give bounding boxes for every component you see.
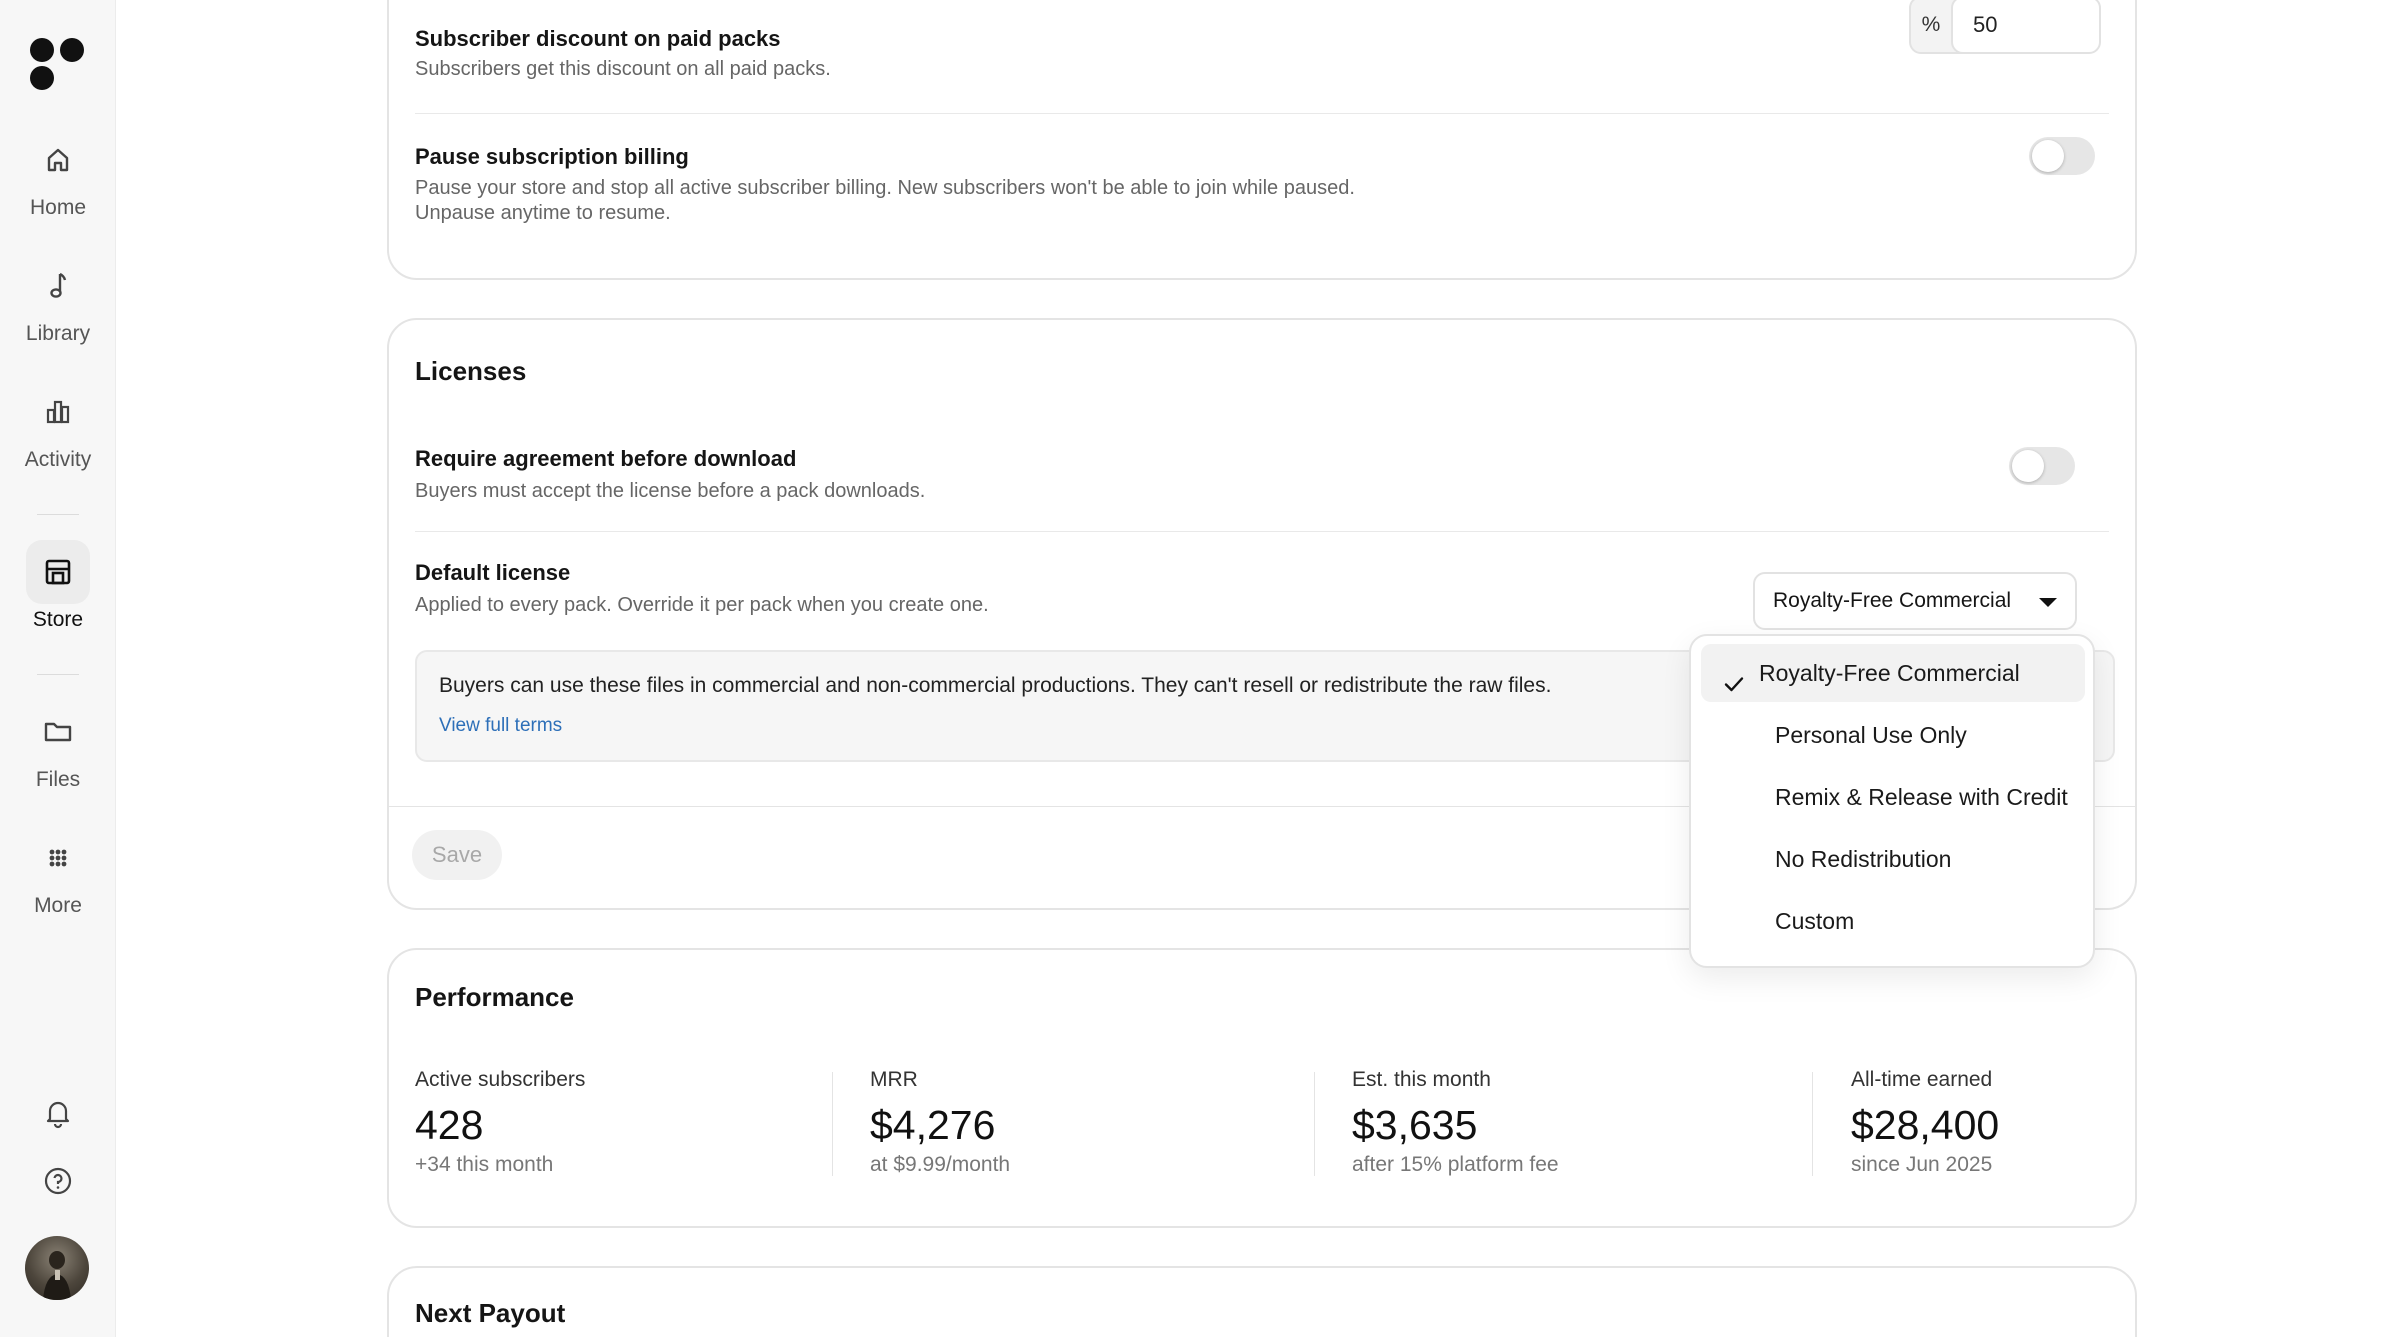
next-payout-title: Next Payout — [415, 1298, 566, 1328]
sidebar-divider — [37, 514, 79, 515]
discount-description: Subscribers get this discount on all pai… — [415, 58, 831, 80]
discount-title: Subscriber discount on paid packs — [415, 26, 781, 51]
stat-divider — [1812, 1072, 1813, 1176]
stat-label: MRR — [870, 1068, 918, 1091]
subscription-card: Subscriber discount on paid packs Subscr… — [387, 0, 2137, 280]
stat-est-this-month: Est. this month $3,635 after 15% platfor… — [1352, 1068, 1559, 1177]
require-agreement-title: Require agreement before download — [415, 446, 797, 471]
folder-icon — [26, 700, 90, 764]
stat-subtext: since Jun 2025 — [1851, 1153, 1993, 1176]
stat-subtext: after 15% platform fee — [1352, 1153, 1559, 1176]
bar-chart-icon — [26, 380, 90, 444]
caret-down-icon — [2039, 598, 2057, 607]
save-button[interactable]: Save — [412, 830, 502, 880]
performance-title: Performance — [415, 982, 574, 1012]
checkmark-icon — [1721, 660, 1747, 692]
discount-input-group: % — [1909, 0, 2101, 54]
license-option[interactable]: No Redistribution — [1701, 830, 2085, 888]
performance-card: Performance Active subscribers 428 +34 t… — [387, 948, 2137, 1228]
license-terms-text: Buyers can use these files in commercial… — [439, 674, 1552, 697]
pause-billing-description-line1: Pause your store and stop all active sub… — [415, 177, 1355, 199]
license-option-label: Personal Use Only — [1775, 722, 1967, 748]
require-agreement-description: Buyers must accept the license before a … — [415, 480, 926, 502]
row-divider — [415, 531, 2109, 532]
nav-home[interactable]: Home — [0, 128, 116, 220]
license-option[interactable]: Remix & Release with Credit — [1701, 768, 2085, 826]
nav-store[interactable]: Store — [0, 540, 116, 632]
stat-label: All-time earned — [1851, 1068, 1993, 1091]
license-option[interactable]: Personal Use Only — [1701, 706, 2085, 764]
store-icon — [26, 540, 90, 604]
license-option-label: No Redistribution — [1775, 846, 1952, 872]
nav-library-label: Library — [25, 322, 91, 345]
nav-files[interactable]: Files — [0, 700, 116, 792]
license-option[interactable]: Royalty-Free Commercial — [1701, 644, 2085, 702]
sidebar-divider — [37, 674, 79, 675]
license-option[interactable]: Custom — [1701, 892, 2085, 950]
nav-files-label: Files — [35, 768, 81, 791]
stat-all-time-earned: All-time earned $28,400 since Jun 2025 — [1851, 1068, 1999, 1177]
stat-subtext: at $9.99/month — [870, 1153, 1011, 1176]
discount-input[interactable] — [1951, 0, 2101, 54]
nav-more[interactable]: More — [0, 826, 116, 918]
app-logo[interactable] — [30, 38, 84, 92]
stat-value: $28,400 — [1851, 1102, 2000, 1148]
default-license-value: Royalty-Free Commercial — [1773, 589, 2012, 612]
grid-dots-icon — [26, 826, 90, 890]
license-option-label: Royalty-Free Commercial — [1759, 660, 2020, 686]
license-dropdown-menu: Royalty-Free Commercial Personal Use Onl… — [1689, 634, 2095, 968]
percent-sign: % — [1921, 13, 1941, 36]
row-divider — [415, 113, 2109, 114]
stat-label: Active subscribers — [415, 1068, 586, 1091]
stat-divider — [832, 1072, 833, 1176]
nav-home-label: Home — [29, 196, 87, 219]
license-option-label: Custom — [1775, 908, 1855, 934]
require-agreement-toggle[interactable] — [2009, 447, 2075, 485]
sidebar: Home Library Activity Store Files More — [0, 0, 116, 1337]
default-license-select[interactable]: Royalty-Free Commercial — [1753, 572, 2077, 630]
stat-subtext: +34 this month — [415, 1153, 554, 1176]
default-license-description: Applied to every pack. Override it per p… — [415, 594, 989, 616]
stat-mrr: MRR $4,276 at $9.99/month — [870, 1068, 1010, 1177]
help-icon[interactable] — [34, 1157, 82, 1205]
stat-label: Est. this month — [1352, 1068, 1491, 1091]
home-icon — [26, 128, 90, 192]
nav-store-label: Store — [32, 608, 84, 631]
licenses-title: Licenses — [415, 356, 527, 386]
nav-activity[interactable]: Activity — [0, 380, 116, 472]
pause-billing-description-line2: Unpause anytime to resume. — [415, 202, 671, 224]
stat-value: 428 — [415, 1102, 484, 1148]
app-root: Home Library Activity Store Files More S… — [0, 0, 2400, 1337]
avatar[interactable] — [25, 1236, 89, 1300]
stat-active-subscribers: Active subscribers 428 +34 this month — [415, 1068, 585, 1177]
nav-more-label: More — [34, 894, 82, 917]
stat-value: $3,635 — [1352, 1102, 1478, 1148]
next-payout-card: Next Payout — [387, 1266, 2137, 1337]
stat-value: $4,276 — [870, 1102, 996, 1148]
license-option-label: Remix & Release with Credit — [1775, 784, 2068, 810]
default-license-title: Default license — [415, 560, 571, 585]
nav-library[interactable]: Library — [0, 254, 116, 346]
music-note-icon — [26, 254, 90, 318]
bell-icon[interactable] — [34, 1088, 82, 1136]
view-full-terms-link[interactable]: View full terms — [439, 715, 562, 737]
pause-billing-title: Pause subscription billing — [415, 144, 689, 169]
stat-divider — [1314, 1072, 1315, 1176]
pause-billing-toggle[interactable] — [2029, 137, 2095, 175]
nav-activity-label: Activity — [24, 448, 92, 471]
